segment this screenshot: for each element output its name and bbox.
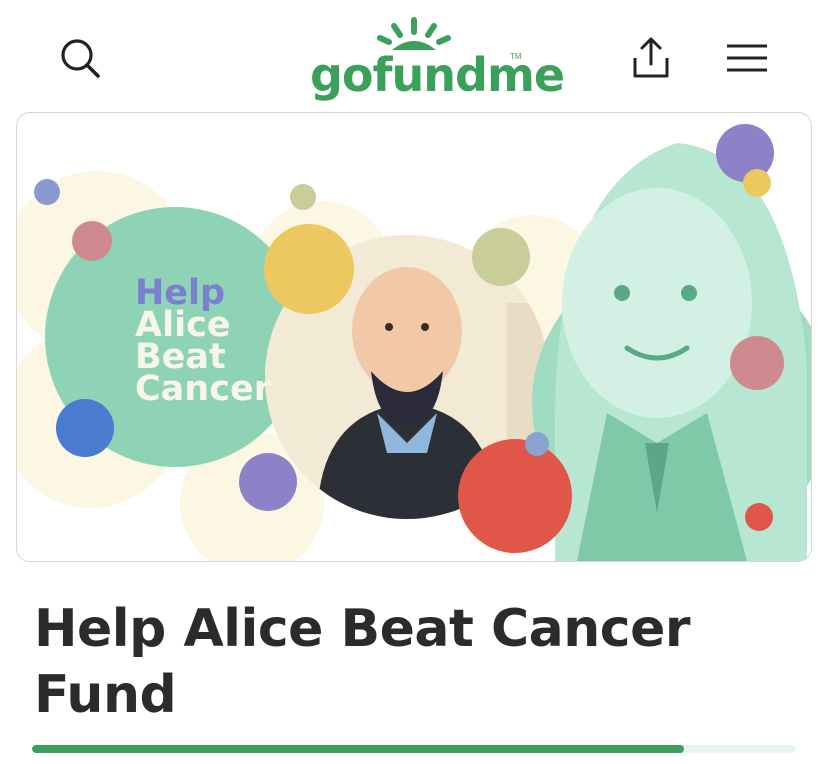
logo-wordmark: gofundme [310, 48, 565, 102]
campaign-title: Help Alice Beat Cancer Fund [34, 599, 691, 725]
menu-icon [727, 44, 767, 72]
progress-fill [32, 745, 684, 753]
search-icon [61, 39, 100, 78]
gofundme-logo[interactable]: gofundme TM [300, 14, 565, 102]
campaign-hero-image[interactable]: Help Alice Beat Cancer [16, 112, 812, 562]
donation-progress-bar [32, 745, 796, 753]
search-button[interactable] [52, 30, 108, 86]
banner-text-cancer: Cancer [135, 369, 271, 409]
menu-button[interactable] [719, 30, 775, 86]
share-button[interactable] [623, 30, 679, 86]
top-nav: gofundme TM [0, 0, 828, 110]
trademark-mark: TM [510, 52, 522, 61]
share-icon [633, 37, 669, 78]
